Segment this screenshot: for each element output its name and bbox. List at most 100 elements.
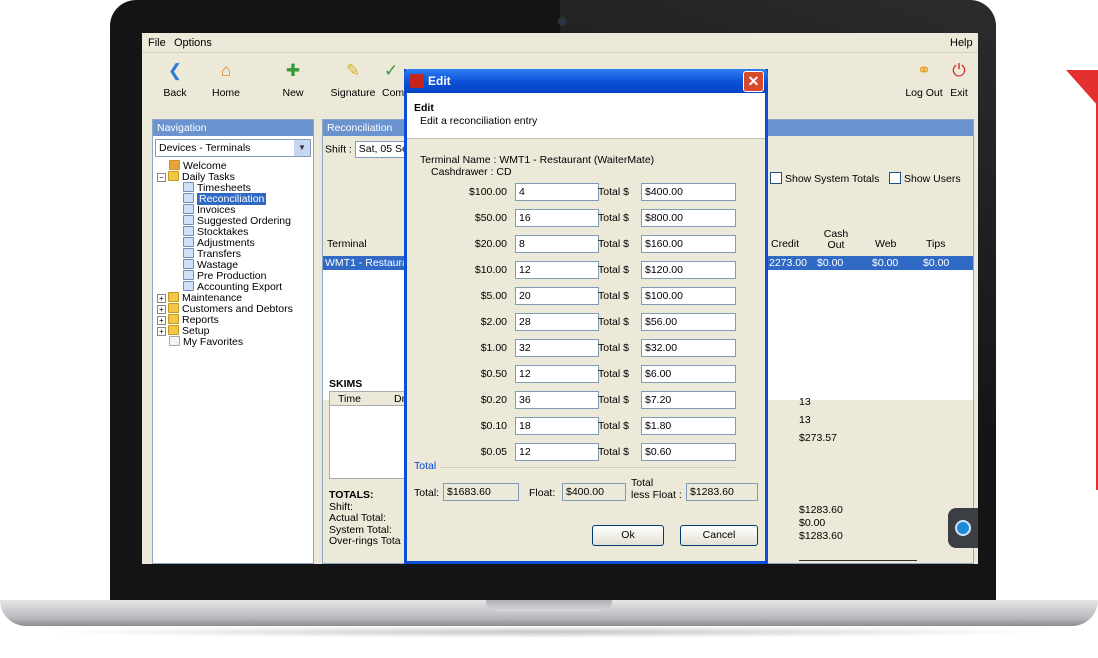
signature-icon: ✎ (345, 61, 361, 80)
exit-label: Exit (950, 87, 968, 99)
laptop-notch (486, 600, 612, 611)
cell-cash-out: $0.00 (817, 257, 844, 269)
page-icon (183, 237, 194, 247)
exit-button[interactable]: ⏻ Exit (946, 57, 972, 109)
column-tips[interactable]: Tips (926, 238, 945, 250)
quantity-input[interactable]: 12 (515, 443, 599, 461)
total-field[interactable]: $400.00 (641, 183, 736, 201)
denomination-row: $0.05 12 Total $ $0.60 (407, 443, 765, 463)
denomination-label: $0.50 (480, 368, 507, 380)
expand-icon[interactable]: + (157, 294, 166, 303)
denomination-label: $1.00 (480, 342, 507, 354)
folder-icon (168, 325, 179, 335)
column-terminal[interactable]: Terminal (327, 238, 367, 250)
summary-value: $1283.60 (799, 504, 843, 516)
com-button[interactable]: ✓ Com (382, 57, 406, 109)
quantity-input[interactable]: 36 (515, 391, 599, 409)
page-icon (183, 193, 194, 203)
total-field[interactable]: $56.00 (641, 313, 736, 331)
back-button[interactable]: ❮ Back (160, 57, 190, 109)
total-field[interactable]: $0.60 (641, 443, 736, 461)
denomination-label: $0.05 (480, 446, 507, 458)
remote-support-tab[interactable] (948, 508, 978, 548)
denomination-row: $0.20 36 Total $ $7.20 (407, 391, 765, 411)
page-icon (183, 281, 194, 291)
show-system-totals-checkbox[interactable]: Show System Totals (770, 172, 879, 185)
navigation-dropdown[interactable]: Devices - Terminals ▼ (155, 139, 311, 157)
quantity-input[interactable]: 18 (515, 417, 599, 435)
denomination-label: $50.00 (474, 212, 507, 224)
quantity-input[interactable]: 20 (515, 287, 599, 305)
tree-item-my-favorites[interactable]: My Favorites (169, 336, 243, 348)
ok-button[interactable]: Ok (592, 525, 664, 546)
signature-button[interactable]: ✎ Signature (328, 57, 378, 109)
summary-value: 13 (799, 414, 811, 426)
show-users-label: Show Users (904, 173, 961, 185)
grand-total-label: Total: (414, 487, 440, 499)
cell-tips: $0.00 (923, 257, 950, 269)
denomination-label: $10.00 (474, 264, 507, 276)
expand-icon[interactable]: + (157, 305, 166, 314)
page-icon (183, 259, 194, 269)
dialog-titlebar[interactable]: Edit ✕ (404, 69, 768, 93)
total-field[interactable]: $1.80 (641, 417, 736, 435)
dialog-header: Edit Edit a reconciliation entry (407, 93, 765, 139)
edit-dialog: Edit ✕ Edit Edit a reconciliation entry … (404, 69, 768, 564)
column-web[interactable]: Web (875, 238, 896, 250)
quantity-input[interactable]: 12 (515, 365, 599, 383)
logout-button[interactable]: ⚭ Log Out (904, 57, 944, 109)
total-field[interactable]: $100.00 (641, 287, 736, 305)
com-icon: ✓ (384, 61, 399, 80)
expand-icon[interactable]: + (157, 327, 166, 336)
total-label: Total $ (598, 264, 629, 276)
collapse-icon[interactable]: − (157, 173, 166, 182)
quantity-input[interactable]: 12 (515, 261, 599, 279)
denomination-row: $1.00 32 Total $ $32.00 (407, 339, 765, 359)
total-field[interactable]: $7.20 (641, 391, 736, 409)
total-field[interactable]: $120.00 (641, 261, 736, 279)
total-label: Total $ (598, 316, 629, 328)
column-cash-out[interactable]: Cash Out (819, 229, 853, 251)
show-system-totals-label: Show System Totals (785, 173, 880, 185)
show-users-checkbox[interactable]: Show Users (889, 172, 961, 185)
page-icon (183, 270, 194, 280)
total-field[interactable]: $32.00 (641, 339, 736, 357)
total-field[interactable]: $800.00 (641, 209, 736, 227)
denomination-label: $0.20 (480, 394, 507, 406)
checkbox-box[interactable] (770, 172, 782, 184)
cashdrawer: Cashdrawer : CD (431, 166, 512, 178)
skims-col-time[interactable]: Time (338, 393, 361, 405)
folder-icon (168, 171, 179, 181)
total-field[interactable]: $160.00 (641, 235, 736, 253)
quantity-input[interactable]: 4 (515, 183, 599, 201)
decorative-red-triangle (1066, 70, 1098, 106)
column-credit[interactable]: Credit (771, 238, 799, 250)
denomination-row: $100.00 4 Total $ $400.00 (407, 183, 765, 203)
cancel-button[interactable]: Cancel (680, 525, 758, 546)
menu-file[interactable]: File (148, 37, 166, 49)
chevron-down-icon[interactable]: ▼ (294, 140, 310, 156)
checkbox-box[interactable] (889, 172, 901, 184)
new-document-icon: ✚ (285, 61, 301, 80)
total-field[interactable]: $6.00 (641, 365, 736, 383)
new-button[interactable]: ✚ New (278, 57, 308, 109)
close-icon[interactable]: ✕ (743, 71, 764, 92)
summary-value: 13 (799, 396, 811, 408)
menu-options[interactable]: Options (174, 37, 212, 49)
skims-header: Time Dr (330, 392, 408, 406)
quantity-input[interactable]: 28 (515, 313, 599, 331)
quantity-input[interactable]: 16 (515, 209, 599, 227)
quantity-input[interactable]: 32 (515, 339, 599, 357)
folder-icon (168, 314, 179, 324)
expand-icon[interactable]: + (157, 316, 166, 325)
cell-credit: 2273.00 (769, 257, 807, 269)
totals-actual-label: Actual Total: (329, 512, 387, 524)
home-button[interactable]: ⌂ Home (206, 57, 246, 109)
total-label: Total $ (598, 394, 629, 406)
totals-over-rings-label: Over-rings Tota (329, 535, 401, 547)
quantity-input[interactable]: 8 (515, 235, 599, 253)
menu-help[interactable]: Help (950, 37, 973, 49)
remote-support-icon (955, 520, 971, 536)
denomination-row: $0.50 12 Total $ $6.00 (407, 365, 765, 385)
home-label: Home (211, 87, 240, 99)
